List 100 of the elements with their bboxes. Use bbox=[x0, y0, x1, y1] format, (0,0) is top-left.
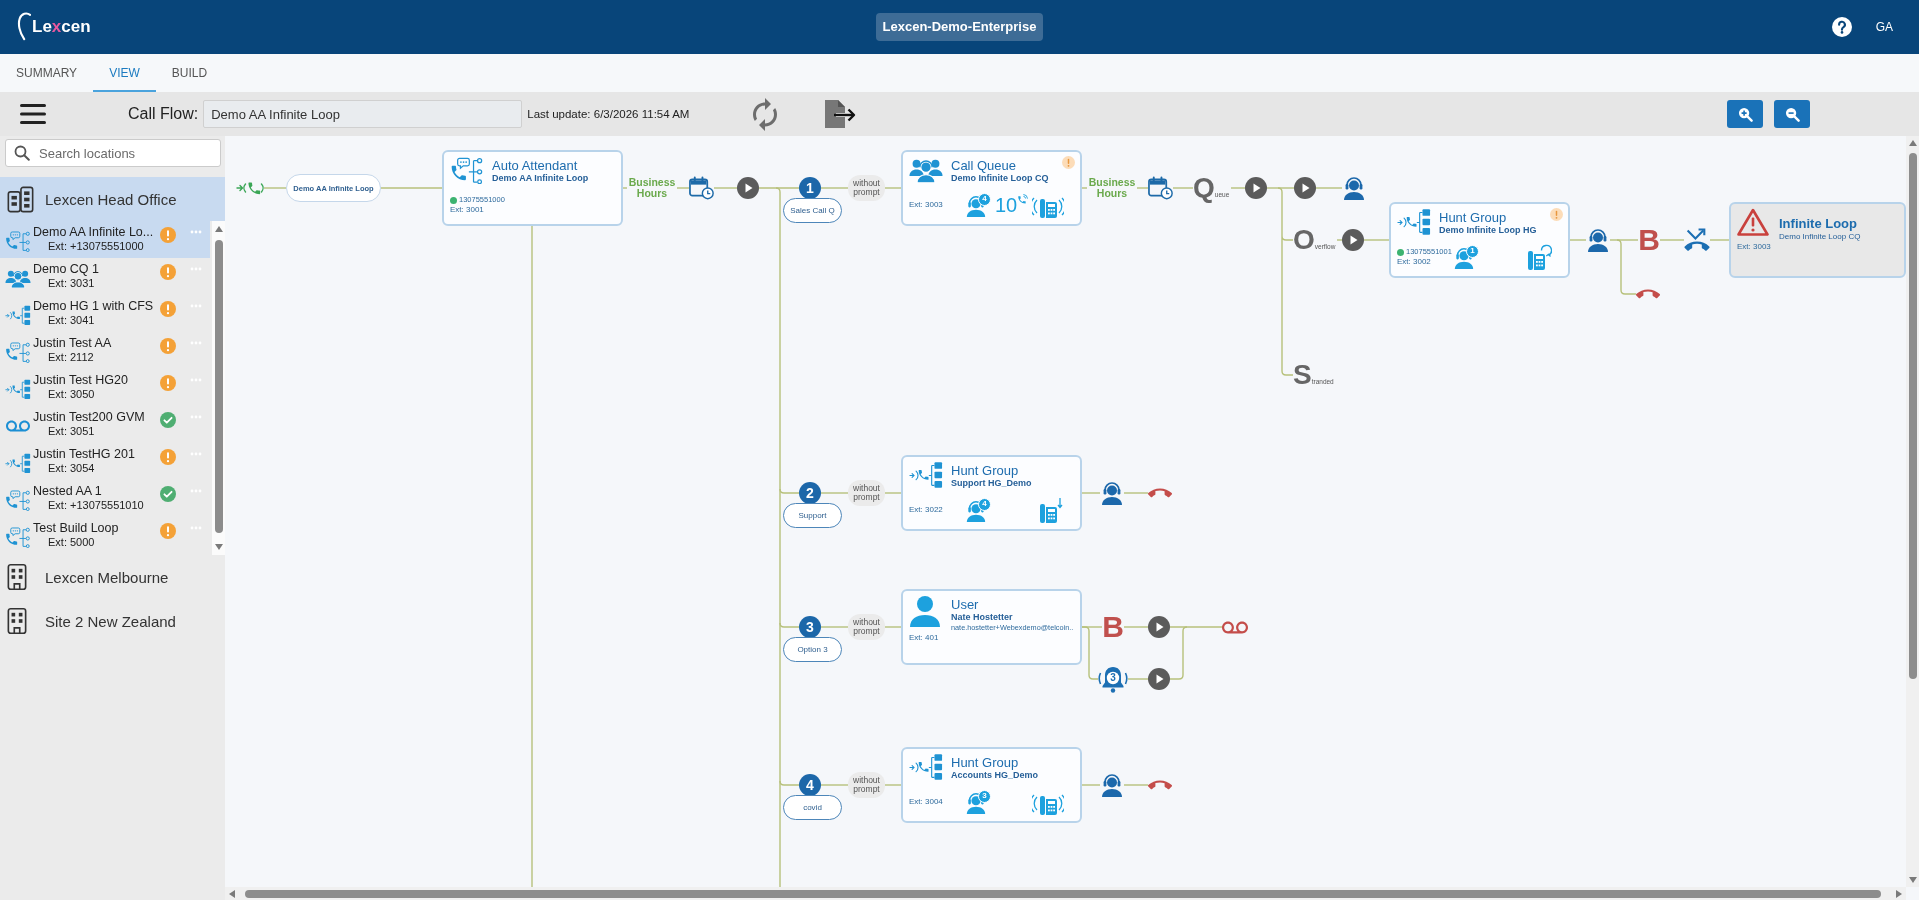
connector-line bbox=[1123, 784, 1149, 786]
item-name: Test Build Loop bbox=[33, 521, 120, 536]
prompt-tag: without prompt bbox=[848, 480, 885, 506]
option-number-badge: 4 bbox=[799, 774, 821, 796]
phone-branches-icon bbox=[5, 379, 31, 399]
card-subtitle: Demo Infinite Loop CQ bbox=[951, 173, 1050, 184]
tab[interactable]: SUMMARY bbox=[0, 54, 94, 92]
option-name-tag[interactable]: Sales Call Q bbox=[783, 198, 842, 223]
connector-line bbox=[884, 187, 902, 189]
user-initials[interactable]: GA bbox=[1875, 20, 1893, 34]
call-flow-field[interactable]: Demo AA Infinite Loop bbox=[203, 100, 523, 128]
phone-transfer-icon bbox=[1684, 228, 1710, 252]
connector-line bbox=[1336, 239, 1343, 241]
play-icon bbox=[1148, 668, 1170, 690]
call-flow-item[interactable]: Demo HG 1 with CFS Ext: 3041 bbox=[0, 295, 210, 332]
prompt-tag: without prompt bbox=[848, 175, 885, 201]
zoom-out-button[interactable] bbox=[1774, 100, 1810, 128]
connector-line bbox=[884, 784, 902, 786]
zoom-in-button[interactable] bbox=[1727, 100, 1763, 128]
call-flow-item[interactable]: Test Build Loop Ext: 5000 bbox=[0, 517, 210, 554]
person-icon bbox=[909, 595, 941, 627]
location-item[interactable]: Lexcen Melbourne bbox=[0, 555, 225, 599]
connector-line bbox=[380, 187, 443, 189]
connector-line bbox=[1136, 187, 1149, 189]
scroll-right-icon[interactable] bbox=[1896, 889, 1902, 898]
call-flow-item[interactable]: Demo AA Infinite Lo... Ext: +13075551000 bbox=[0, 221, 210, 258]
item-name: Justin Test HG20 bbox=[33, 373, 129, 388]
connector-line bbox=[622, 187, 628, 189]
option-name-tag[interactable]: Support bbox=[783, 503, 842, 528]
location-name: Site 2 New Zealand bbox=[45, 612, 176, 630]
menu-icon[interactable] bbox=[20, 104, 46, 124]
option-name-tag[interactable]: covid bbox=[783, 795, 842, 820]
infinite-loop-card[interactable]: Infinite Loop Demo Infinite Loop CQ Ext: 3003 bbox=[1729, 202, 1906, 278]
play-icon bbox=[1294, 177, 1316, 199]
call-flow-item[interactable]: Justin Test HG20 Ext: 3050 bbox=[0, 369, 210, 406]
scrollbar-thumb[interactable] bbox=[1908, 153, 1917, 679]
location-name: Lexcen Melbourne bbox=[45, 568, 169, 586]
refresh-icon[interactable] bbox=[752, 97, 779, 131]
connector-line bbox=[676, 187, 690, 189]
schedule-label: Business Hours bbox=[1087, 176, 1137, 200]
phone-tree-icon bbox=[5, 489, 31, 511]
organization-name: Lexcen-Demo-Enterprise bbox=[875, 13, 1044, 41]
scroll-up-icon[interactable] bbox=[214, 226, 223, 232]
card-subtitle: Accounts HG_Demo bbox=[951, 770, 1040, 781]
call-flow-item[interactable]: Justin Test200 GVM Ext: 3051 bbox=[0, 406, 210, 443]
call-flow-item[interactable]: Demo CQ 1 Ext: 3031 bbox=[0, 258, 210, 295]
connector-line bbox=[820, 626, 849, 628]
scroll-down-icon[interactable] bbox=[214, 544, 223, 550]
field-label: Call Flow: bbox=[128, 105, 199, 123]
extension-label: Ext: 3003 bbox=[909, 200, 944, 210]
location-item[interactable]: Site 2 New Zealand bbox=[0, 599, 225, 643]
voicemail-icon bbox=[1222, 620, 1248, 634]
item-name: Demo HG 1 with CFS bbox=[33, 299, 155, 314]
card-title: Call Queue bbox=[951, 158, 1018, 173]
scrollbar-thumb[interactable] bbox=[214, 240, 223, 533]
phone-tree-icon bbox=[5, 526, 31, 548]
option-number-badge: 2 bbox=[799, 482, 821, 504]
busy-letter: B bbox=[1638, 226, 1660, 254]
item-extension: Ext: 2112 bbox=[47, 351, 95, 364]
call-queue-card[interactable]: Call Queue Demo Infinite Loop CQ Ext: 3003 4 10 bbox=[901, 150, 1082, 226]
item-name: Justin TestHG 201 bbox=[33, 447, 136, 462]
extension-label: Ext: 401 bbox=[909, 633, 940, 643]
prompt-tag: without prompt bbox=[848, 614, 885, 640]
scroll-left-icon[interactable] bbox=[229, 889, 235, 898]
item-name: Justin Test AA bbox=[33, 336, 113, 351]
scroll-up-icon[interactable] bbox=[1908, 140, 1917, 146]
card-subtitle: Demo Infinite Loop HG bbox=[1439, 225, 1538, 236]
call-flow-item[interactable]: Justin Test AA Ext: 2112 bbox=[0, 332, 210, 369]
location-item[interactable]: Lexcen Head Office bbox=[0, 177, 225, 221]
play-icon bbox=[1342, 229, 1364, 251]
headset-person-icon bbox=[1100, 773, 1124, 797]
connector-line bbox=[1123, 492, 1149, 494]
hang-up-icon bbox=[1636, 289, 1660, 299]
call-flow-item[interactable]: Justin TestHG 201 Ext: 3054 bbox=[0, 443, 210, 480]
phone-branches-icon bbox=[5, 453, 31, 473]
ring-count: 3 bbox=[1109, 672, 1117, 684]
item-name: Demo CQ 1 bbox=[33, 262, 100, 277]
warning-triangle-icon bbox=[1737, 208, 1769, 236]
headset-person-icon bbox=[1100, 481, 1124, 505]
hang-up-icon bbox=[1148, 488, 1172, 498]
card-title: Infinite Loop bbox=[1779, 215, 1858, 231]
connector-line bbox=[1315, 187, 1343, 189]
calendar-clock-icon bbox=[689, 176, 714, 200]
item-extension: Ext: 3041 bbox=[47, 314, 96, 327]
connector-line bbox=[263, 187, 287, 189]
people-group-icon bbox=[5, 268, 31, 288]
hunt-group-card[interactable]: Hunt Group Support HG_Demo Ext: 3022 4 bbox=[901, 455, 1082, 531]
prompt-tag: without prompt bbox=[848, 772, 885, 798]
hunt-group-card[interactable]: Hunt Group Accounts HG_Demo Ext: 3004 3 bbox=[901, 747, 1082, 823]
option-name-tag[interactable]: Option 3 bbox=[783, 637, 842, 662]
agent-count-badge: 4 bbox=[978, 193, 991, 206]
search-field[interactable]: Search locations bbox=[5, 139, 221, 167]
scrollbar-thumb[interactable] bbox=[245, 889, 1881, 898]
scroll-down-icon[interactable] bbox=[1908, 877, 1917, 883]
help-icon[interactable] bbox=[1831, 17, 1852, 37]
extension-label: Ext: 3001 bbox=[450, 205, 485, 215]
tab[interactable]: BUILD bbox=[155, 54, 224, 92]
call-flow-item[interactable]: Nested AA 1 Ext: +13075551010 bbox=[0, 480, 210, 517]
phone-tree-icon bbox=[450, 156, 484, 184]
card-subtitle: Support HG_Demo bbox=[951, 478, 1033, 489]
